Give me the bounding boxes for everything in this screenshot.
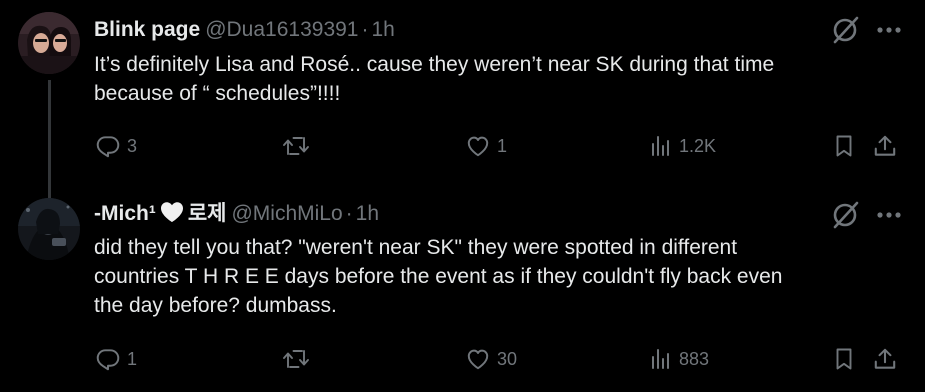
views-button[interactable]: 1.2K [649,131,716,161]
views-count: 883 [679,348,710,369]
like-button[interactable]: 30 [465,344,517,374]
views-count: 1.2K [679,135,717,156]
user-handle[interactable]: @MichMiLo [231,202,342,225]
like-count: 1 [497,135,508,156]
bookmark-button[interactable] [832,131,856,161]
timestamp[interactable]: 1h [356,202,379,225]
reply-icon [96,349,120,371]
like-count: 30 [497,348,518,369]
bookmark-button[interactable] [832,344,856,374]
share-icon [874,348,896,369]
more-icon[interactable] [874,20,904,40]
tweet-header: Blink page @Dua16139391 · 1h [94,17,395,43]
avatar[interactable] [18,12,80,74]
reply-button[interactable]: 3 [95,131,137,161]
tweet-actions: 1 30 883 [0,344,925,374]
tweet-blink-page[interactable]: Blink page @Dua16139391 · 1h It’s definitel… [0,0,925,204]
views-icon [652,136,669,156]
tweet-text-line: countries T H R E E days before the even… [94,265,783,288]
views-button[interactable]: 883 [649,344,709,374]
user-handle[interactable]: @Dua16139391 [205,18,358,41]
reply-count: 1 [127,348,138,369]
tweet-text-line: because of “ schedules”!!!! [94,82,341,105]
tweet-text-line: the day before? dumbass. [94,294,337,317]
tweet-text-line: did they tell you that? "weren't near SK… [94,236,738,259]
share-button[interactable] [872,131,898,161]
reply-button[interactable]: 1 [95,344,137,374]
grok-icon[interactable] [830,14,862,46]
tweet-text-line: It’s definitely Lisa and Rosé.. cause th… [94,53,775,76]
tweet-text: did they tell you that? "weren't near SK… [94,233,904,320]
share-button[interactable] [872,344,898,374]
retweet-icon [283,350,309,368]
heart-icon [467,349,489,370]
grok-icon[interactable] [830,199,862,231]
tweet-header: -Mich¹ 로제 @MichMiLo · 1h [94,201,379,230]
reply-count: 3 [127,135,138,156]
avatar[interactable] [18,198,80,260]
tweet-mich[interactable]: -Mich¹ 로제 @MichMiLo · 1h did they tell you t… [0,190,925,392]
like-button[interactable]: 1 [465,131,507,161]
tweet-text: It’s definitely Lisa and Rosé.. cause th… [94,50,904,108]
separator-dot: · [345,202,353,225]
heart-icon [467,136,489,157]
white-heart-icon [160,201,184,230]
views-icon [652,349,669,369]
more-icon[interactable] [874,205,904,225]
share-icon [874,135,896,156]
tweet-actions: 3 1 1.2K [0,131,925,161]
retweet-button[interactable] [282,344,316,374]
timestamp[interactable]: 1h [371,18,394,41]
bookmark-icon [836,135,852,157]
retweet-icon [283,137,309,155]
retweet-button[interactable] [282,131,316,161]
display-name-suffix[interactable]: 로제 [188,202,227,225]
bookmark-icon [836,348,852,370]
display-name[interactable]: -Mich¹ [94,202,156,225]
reply-icon [96,136,120,158]
display-name[interactable]: Blink page [94,18,200,41]
separator-dot: · [361,18,369,41]
